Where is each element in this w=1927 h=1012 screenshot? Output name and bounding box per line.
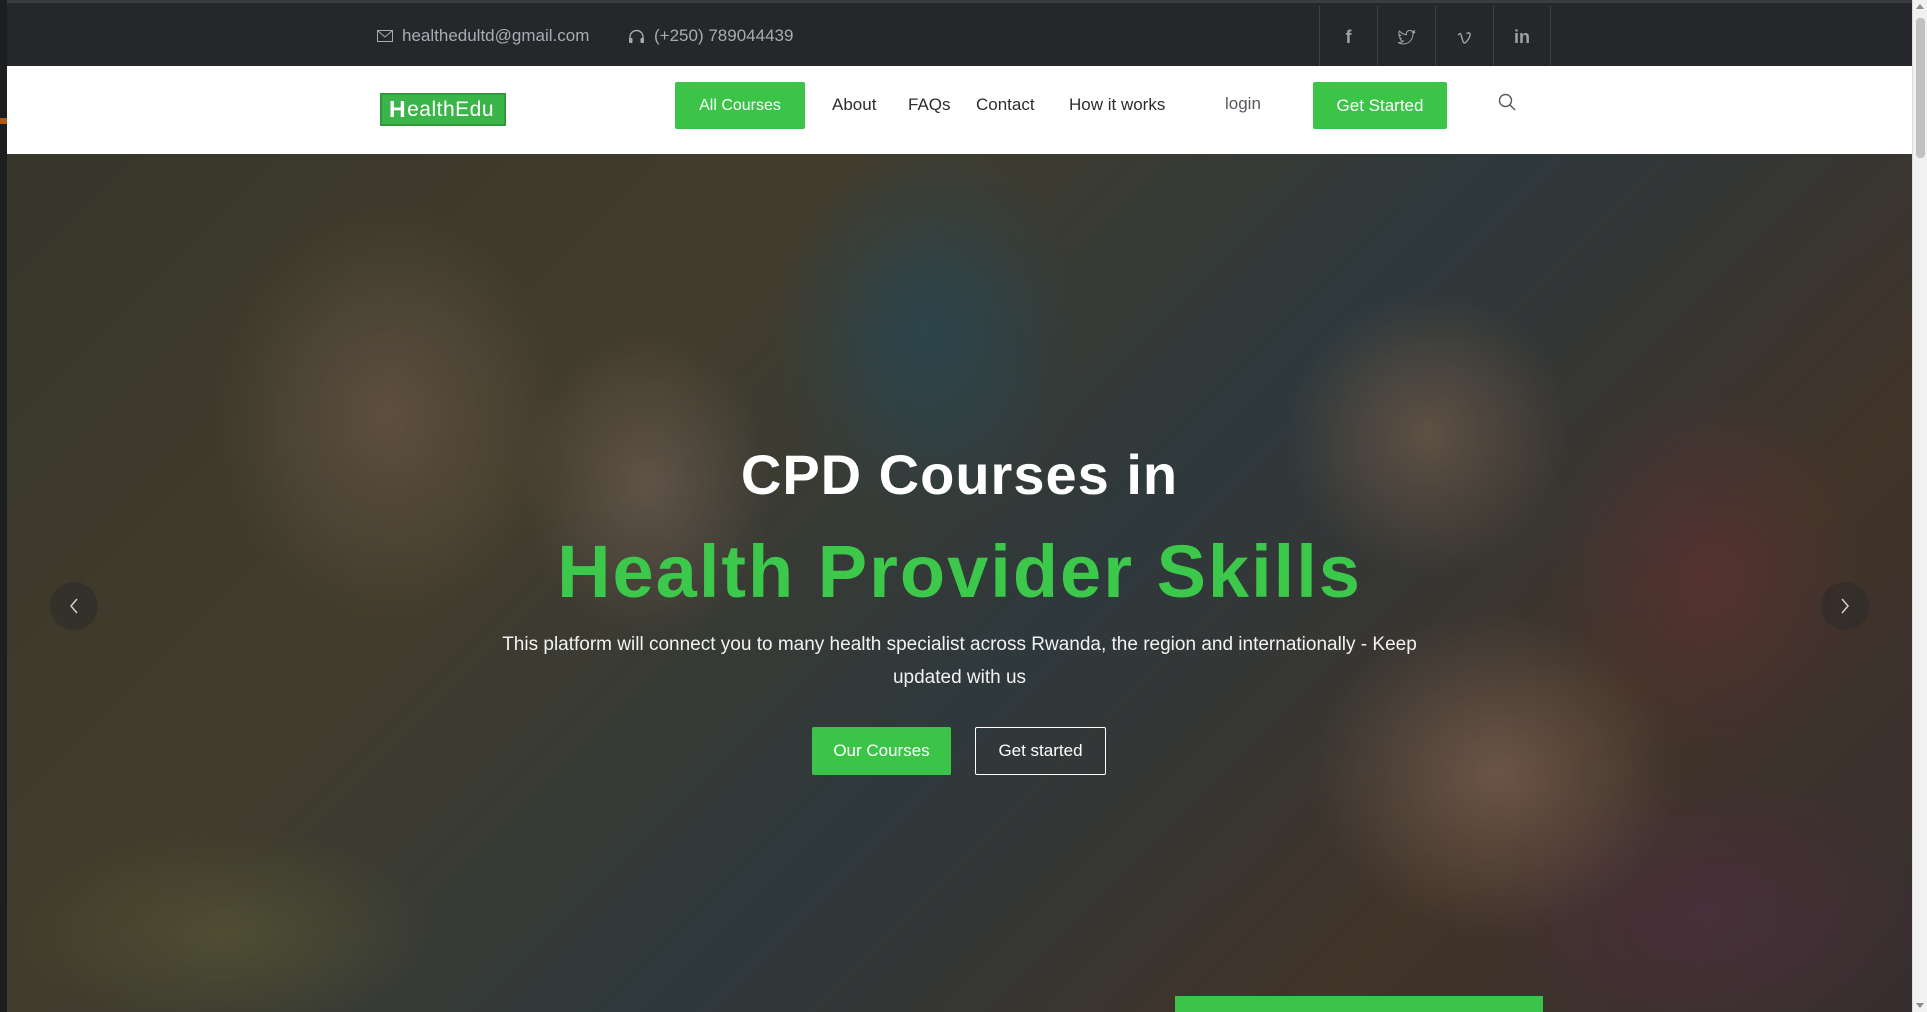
below-fold-green-bar <box>1175 996 1543 1012</box>
phone-text: (+250) 789044439 <box>654 26 794 45</box>
slider-prev-button[interactable] <box>50 582 98 630</box>
linkedin-icon: in <box>1514 27 1530 47</box>
hero-subtitle: Health Provider Skills <box>557 530 1362 613</box>
our-courses-button[interactable]: Our Courses <box>812 727 951 775</box>
twitter-link[interactable] <box>1377 6 1435 69</box>
site-logo[interactable]: HealthEdu <box>380 93 506 126</box>
hero-slider: CPD Courses in Health Provider Skills Th… <box>7 154 1912 1012</box>
main-navbar: HealthEdu All Courses About FAQs Contact… <box>7 66 1912 154</box>
nav-link-faqs[interactable]: FAQs <box>908 95 951 115</box>
browser-left-edge <box>0 0 7 1012</box>
linkedin-link[interactable]: in <box>1493 6 1551 69</box>
facebook-link[interactable]: f <box>1319 6 1377 69</box>
headphones-icon <box>629 29 644 43</box>
contact-phone[interactable]: (+250) 789044439 <box>628 3 793 69</box>
hero-title: CPD Courses in <box>740 443 1179 506</box>
scroll-down-arrow-icon[interactable] <box>1916 1003 1924 1008</box>
hero-description: This platform will connect you to many h… <box>502 634 1417 688</box>
mail-icon <box>377 30 393 42</box>
nav-link-about[interactable]: About <box>832 95 876 115</box>
all-courses-button[interactable]: All Courses <box>675 82 805 129</box>
logo-initial: H <box>389 96 407 122</box>
slider-next-button[interactable] <box>1821 582 1869 630</box>
twitter-icon <box>1397 30 1415 45</box>
vimeo-link[interactable] <box>1435 6 1493 69</box>
nav-link-contact[interactable]: Contact <box>976 95 1035 115</box>
facebook-icon: f <box>1345 27 1352 47</box>
get-started-button[interactable]: Get Started <box>1313 82 1447 129</box>
nav-link-how-it-works[interactable]: How it works <box>1069 95 1165 115</box>
logo-text: ealthEdu <box>407 97 495 121</box>
chevron-right-icon <box>1841 598 1849 614</box>
social-links: f in <box>1319 6 1551 69</box>
search-icon <box>1498 93 1516 111</box>
nav-link-login[interactable]: login <box>1225 94 1261 114</box>
edge-accent <box>0 118 7 124</box>
vimeo-icon <box>1457 31 1471 44</box>
contact-email[interactable]: healthedultd@gmail.com <box>377 3 589 69</box>
page-frame: healthedultd@gmail.com (+250) 789044439 … <box>7 0 1912 1012</box>
hero-get-started-button[interactable]: Get started <box>975 727 1106 775</box>
search-button[interactable] <box>1498 93 1516 116</box>
page-scrollbar[interactable] <box>1912 0 1927 1012</box>
scroll-thumb[interactable] <box>1916 18 1925 158</box>
scroll-up-arrow-icon[interactable] <box>1916 4 1924 9</box>
chevron-left-icon <box>70 598 78 614</box>
email-text: healthedultd@gmail.com <box>402 26 590 45</box>
top-contact-bar: healthedultd@gmail.com (+250) 789044439 … <box>7 0 1912 69</box>
